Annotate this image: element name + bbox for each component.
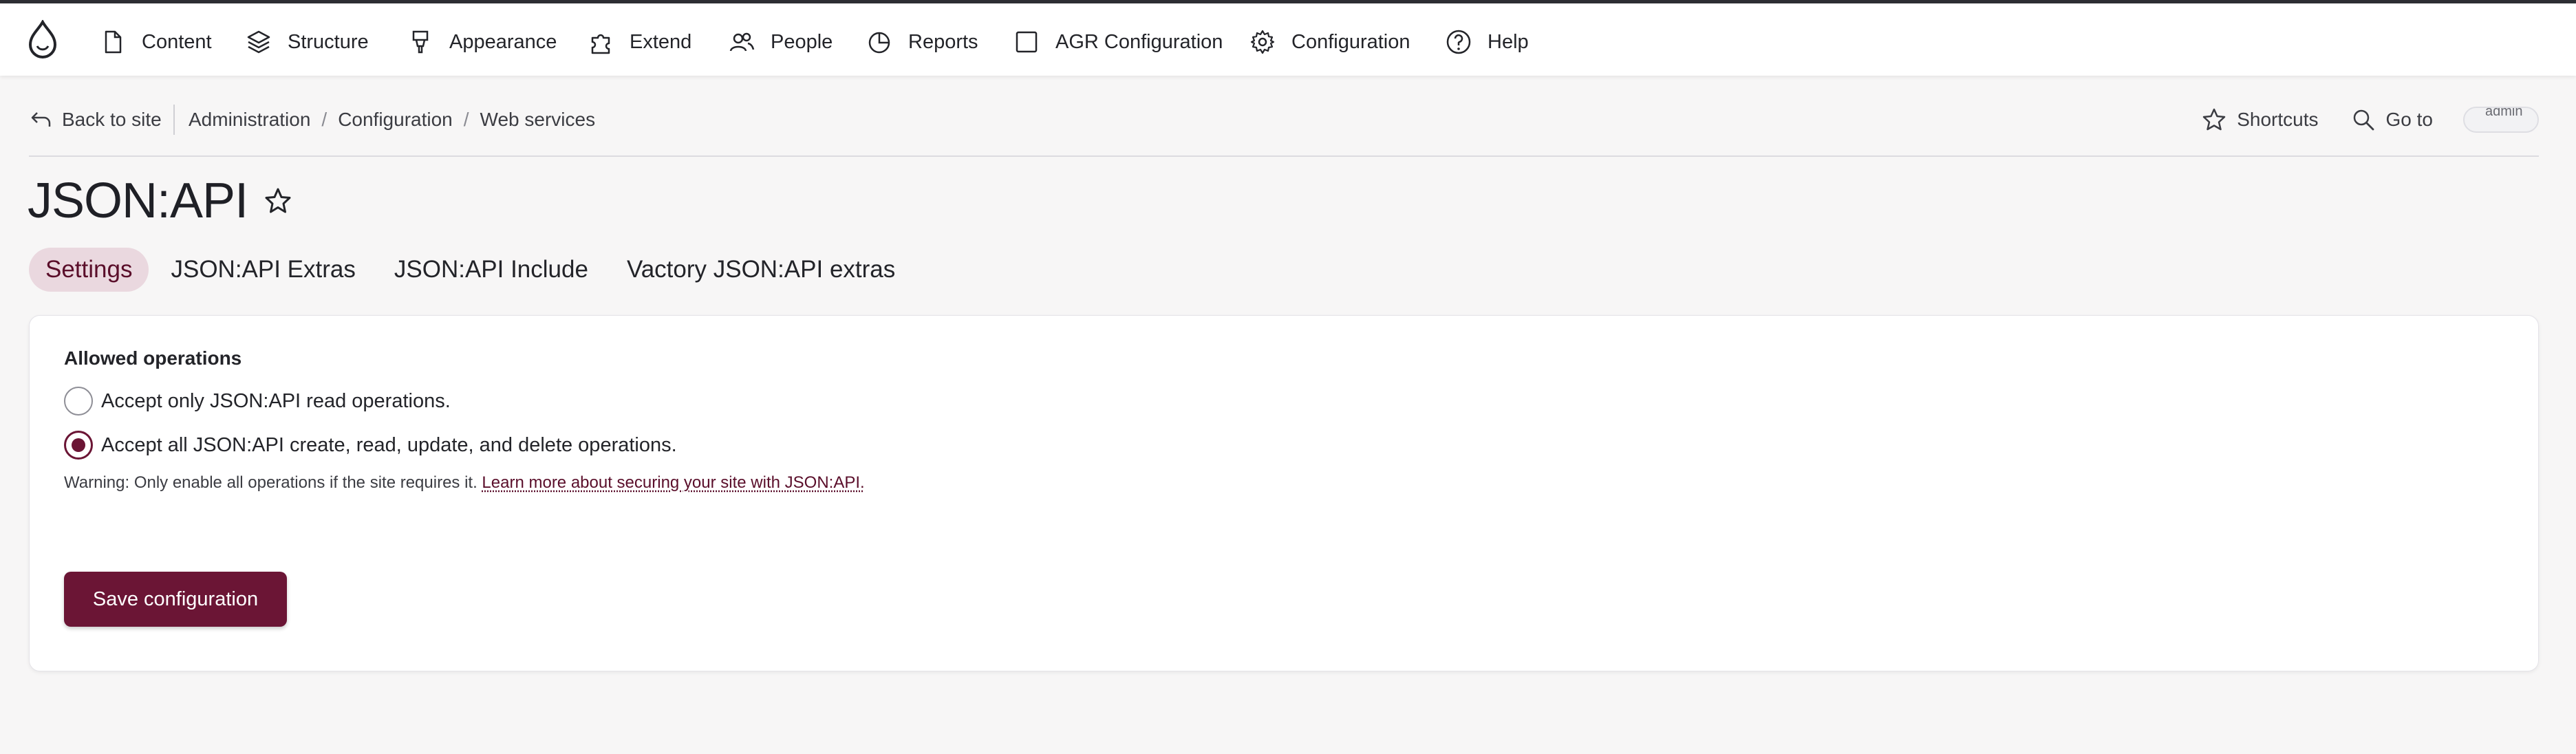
- tab-vactory-json-api-extras[interactable]: Vactory JSON:API extras: [610, 248, 912, 292]
- allowed-operations-legend: Allowed operations: [64, 347, 242, 369]
- toolbar-item-help[interactable]: Help: [1445, 24, 1529, 60]
- favorite-star-icon[interactable]: [263, 186, 293, 216]
- breadcrumb: Administration / Configuration / Web ser…: [189, 102, 595, 138]
- secondary-bar: Back to site Administration / Configurat…: [29, 96, 2539, 157]
- toolbar-item-content[interactable]: Content: [99, 24, 212, 60]
- toolbar-item-extend[interactable]: Extend: [587, 24, 691, 60]
- warning-text: Warning: Only enable all operations if t…: [64, 473, 482, 492]
- breadcrumb-separator: /: [321, 109, 328, 130]
- avatar-alt-text: admin: [2485, 107, 2523, 119]
- star-icon: [2202, 108, 2226, 131]
- toolbar-item-people[interactable]: People: [728, 24, 833, 60]
- puzzle-icon: [591, 34, 610, 54]
- breadcrumb-item-administration[interactable]: Administration: [189, 109, 310, 131]
- document-icon: [105, 30, 122, 54]
- divider: [173, 105, 175, 135]
- people-icon: [729, 32, 755, 52]
- radio-option-read-only[interactable]: Accept only JSON:API read operations.: [64, 386, 451, 416]
- gear-icon: [1250, 30, 1275, 54]
- paintbrush-icon: [412, 30, 429, 54]
- settings-form-card: Allowed operations Accept only JSON:API …: [29, 315, 2539, 671]
- toolbar-item-label: Configuration: [1291, 30, 1410, 53]
- go-to-label: Go to: [2385, 109, 2433, 130]
- toolbar-item-label: Help: [1488, 30, 1529, 53]
- back-to-site-label: Back to site: [62, 109, 162, 130]
- local-tabs: Settings JSON:API Extras JSON:API Includ…: [29, 248, 917, 292]
- tab-json-api-extras[interactable]: JSON:API Extras: [154, 248, 372, 292]
- toolbar-item-structure[interactable]: Structure: [245, 24, 369, 60]
- layers-icon: [247, 30, 270, 54]
- admin-toolbar: Content Structure Appearance Extend Peop…: [0, 0, 2576, 76]
- learn-more-link[interactable]: Learn more about securing your site with…: [482, 473, 864, 492]
- radio-option-all-operations[interactable]: Accept all JSON:API create, read, update…: [64, 430, 677, 460]
- square-icon: [1016, 31, 1038, 53]
- shortcuts-label: Shortcuts: [2237, 109, 2319, 130]
- pie-chart-icon: [868, 32, 890, 54]
- back-arrow-icon: [31, 112, 51, 127]
- radio-button-read-only[interactable]: [64, 387, 93, 416]
- toolbar-item-configuration[interactable]: Configuration: [1249, 24, 1410, 60]
- user-tools: Shortcuts Go to admin: [2201, 99, 2539, 140]
- toolbar-item-label: Reports: [908, 30, 978, 53]
- radio-label-all-operations[interactable]: Accept all JSON:API create, read, update…: [101, 434, 677, 457]
- toolbar-item-appearance[interactable]: Appearance: [407, 24, 557, 60]
- drupal-logo-icon[interactable]: [26, 20, 59, 61]
- toolbar-item-label: AGR Configuration: [1055, 30, 1223, 53]
- go-to-button[interactable]: Go to: [2350, 107, 2433, 133]
- warning-description: Warning: Only enable all operations if t…: [64, 471, 917, 494]
- page-title: JSON:API: [28, 173, 248, 228]
- breadcrumb-item-configuration[interactable]: Configuration: [338, 109, 453, 131]
- radio-label-read-only[interactable]: Accept only JSON:API read operations.: [101, 390, 451, 413]
- save-configuration-button[interactable]: Save configuration: [64, 572, 287, 627]
- toolbar-item-label: Structure: [288, 30, 369, 53]
- breadcrumb-separator: /: [463, 109, 469, 130]
- toolbar-item-label: Appearance: [449, 30, 557, 53]
- avatar[interactable]: admin: [2463, 107, 2539, 133]
- toolbar-item-agr-configuration[interactable]: AGR Configuration: [1013, 24, 1223, 60]
- breadcrumb-item-web-services[interactable]: Web services: [480, 109, 596, 131]
- shortcuts-button[interactable]: Shortcuts: [2201, 107, 2319, 133]
- back-to-site-link[interactable]: Back to site: [29, 102, 162, 138]
- page-title-row: JSON:API: [28, 172, 293, 230]
- toolbar-item-label: Content: [142, 30, 212, 53]
- toolbar-item-label: Extend: [630, 30, 692, 53]
- toolbar-item-label: People: [771, 30, 833, 53]
- help-icon: [1446, 30, 1471, 54]
- search-icon: [2353, 109, 2374, 131]
- tab-settings[interactable]: Settings: [29, 248, 149, 292]
- radio-button-all-operations[interactable]: [64, 431, 93, 460]
- tab-json-api-include[interactable]: JSON:API Include: [378, 248, 605, 292]
- toolbar-item-reports[interactable]: Reports: [866, 24, 978, 60]
